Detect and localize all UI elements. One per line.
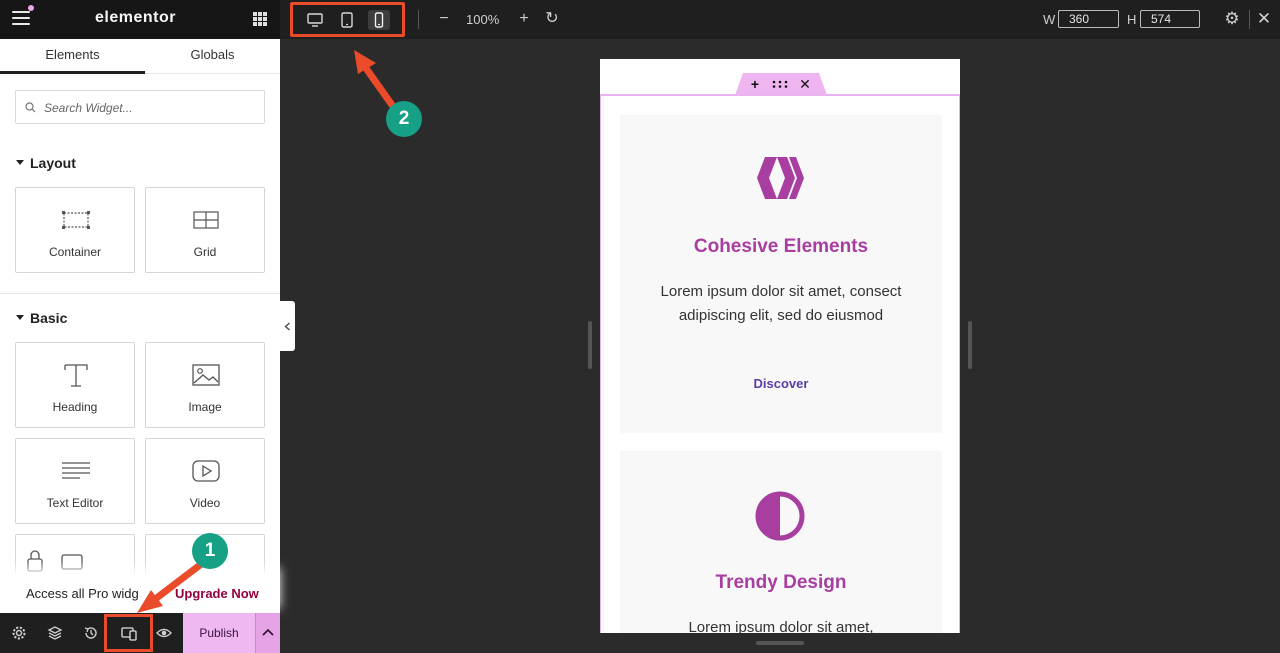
resize-handle-left[interactable] <box>588 321 592 369</box>
history-icon[interactable] <box>83 625 99 641</box>
feature-card: Cohesive Elements Lorem ipsum dolor sit … <box>620 115 942 433</box>
brand-area: elementor <box>0 0 280 39</box>
tab-elements[interactable]: Elements <box>0 39 145 74</box>
card-title: Trendy Design <box>715 572 847 593</box>
widget-pro-locked[interactable] <box>15 534 135 574</box>
reset-zoom-icon[interactable]: ↻ <box>543 10 561 28</box>
chevron-up-icon <box>262 628 274 636</box>
card-text: Lorem ipsum dolor sit amet, <box>688 619 874 633</box>
widget-label: Container <box>48 245 102 259</box>
desktop-icon[interactable] <box>304 10 326 30</box>
bottom-toolbar: Publish <box>0 613 280 653</box>
section-handle: + ✕ <box>735 73 827 95</box>
widget-heading[interactable]: Heading <box>15 342 135 428</box>
zoom-in-icon[interactable]: + <box>515 10 533 28</box>
widget-label: Image <box>188 400 222 414</box>
top-bar: elementor − 100% + ↻ W 360 H 574 ⚙ ✕ <box>0 0 1280 39</box>
collapse-panel-button[interactable] <box>280 301 295 351</box>
tablet-icon[interactable] <box>336 10 358 30</box>
arrow-2 <box>354 50 396 109</box>
widget-label: Video <box>189 496 221 510</box>
mobile-icon[interactable] <box>368 10 390 30</box>
device-switcher <box>290 2 405 37</box>
tab-globals[interactable]: Globals <box>140 39 285 74</box>
search-widget-box <box>15 90 265 124</box>
widget-container[interactable]: Container <box>15 187 135 273</box>
heading-icon <box>64 364 88 387</box>
widget-label: Grid <box>193 245 217 259</box>
pro-upgrade-banner: Access all Pro widg Upgrade Now <box>0 574 280 614</box>
section-divider <box>0 293 280 294</box>
video-icon <box>192 460 220 482</box>
settings-icon[interactable] <box>11 625 27 641</box>
chevron-left-icon <box>284 322 290 331</box>
basic-section-title: Basic <box>30 310 68 326</box>
height-input[interactable]: 574 <box>1140 10 1200 28</box>
search-icon <box>25 102 36 113</box>
resize-handle-right[interactable] <box>968 321 972 369</box>
close-icon[interactable]: ✕ <box>1255 10 1273 28</box>
pro-text: Access all Pro widg <box>26 586 139 601</box>
card-text: Lorem ipsum dolor sit amet, consect adip… <box>660 283 902 324</box>
discover-link[interactable]: Discover <box>620 376 942 391</box>
elementor-logo: elementor <box>95 9 176 26</box>
preview-eye-icon[interactable] <box>156 625 172 641</box>
settings-gear-icon[interactable]: ⚙ <box>1223 10 1241 28</box>
height-label: H <box>1127 12 1137 27</box>
annotation-badge-1: 1 <box>192 533 228 569</box>
publish-button[interactable]: Publish <box>183 613 255 653</box>
caret-down-icon <box>16 314 24 320</box>
layout-section-title: Layout <box>30 155 76 171</box>
caret-down-icon <box>16 159 24 165</box>
notification-dot <box>28 5 34 11</box>
container-icon <box>62 211 90 229</box>
image-icon <box>192 364 220 386</box>
grid-icon <box>193 211 219 229</box>
feature-card: Trendy Design Lorem ipsum dolor sit amet… <box>620 451 942 633</box>
widget-grid[interactable]: Grid <box>145 187 265 273</box>
zoom-level: 100% <box>466 12 500 27</box>
layout-section-toggle[interactable]: Layout <box>16 155 76 171</box>
drag-handle-icon[interactable] <box>772 80 788 88</box>
mobile-preview-canvas: + ✕ Cohesive Elements Lorem ipsum dolor … <box>600 59 960 633</box>
layers-icon[interactable] <box>47 625 63 641</box>
lock-icon <box>27 550 83 572</box>
basic-section-toggle[interactable]: Basic <box>16 310 67 326</box>
card-title: Cohesive Elements <box>693 236 869 257</box>
half-circle-icon <box>755 491 805 541</box>
elements-panel: Elements Globals Layout Container Grid B… <box>0 39 280 653</box>
resize-handle-bottom[interactable] <box>756 641 804 645</box>
menu-icon[interactable] <box>12 11 30 27</box>
publish-options-button[interactable] <box>255 613 280 653</box>
panel-tabs: Elements Globals <box>0 39 280 74</box>
widget-image[interactable]: Image <box>145 342 265 428</box>
upgrade-now-link[interactable]: Upgrade Now <box>175 586 259 601</box>
delete-section-icon[interactable]: ✕ <box>797 76 813 92</box>
apps-grid-icon[interactable] <box>253 12 267 26</box>
toolbar-divider <box>418 10 419 29</box>
search-input[interactable] <box>44 99 254 117</box>
zoom-out-icon[interactable]: − <box>435 10 453 28</box>
widget-label: Text Editor <box>46 496 104 510</box>
responsive-icon <box>121 627 137 641</box>
widget-label: Heading <box>52 400 98 414</box>
hive-chevron-icon <box>757 157 804 199</box>
toolbar-divider-right <box>1249 10 1250 29</box>
widget-text-editor[interactable]: Text Editor <box>15 438 135 524</box>
width-label: W <box>1043 12 1056 27</box>
add-section-icon[interactable]: + <box>747 76 763 92</box>
widget-video[interactable]: Video <box>145 438 265 524</box>
responsive-mode-button[interactable] <box>104 614 153 652</box>
annotation-badge-2: 2 <box>386 101 422 137</box>
width-input[interactable]: 360 <box>1058 10 1119 28</box>
text-editor-icon <box>62 462 90 479</box>
